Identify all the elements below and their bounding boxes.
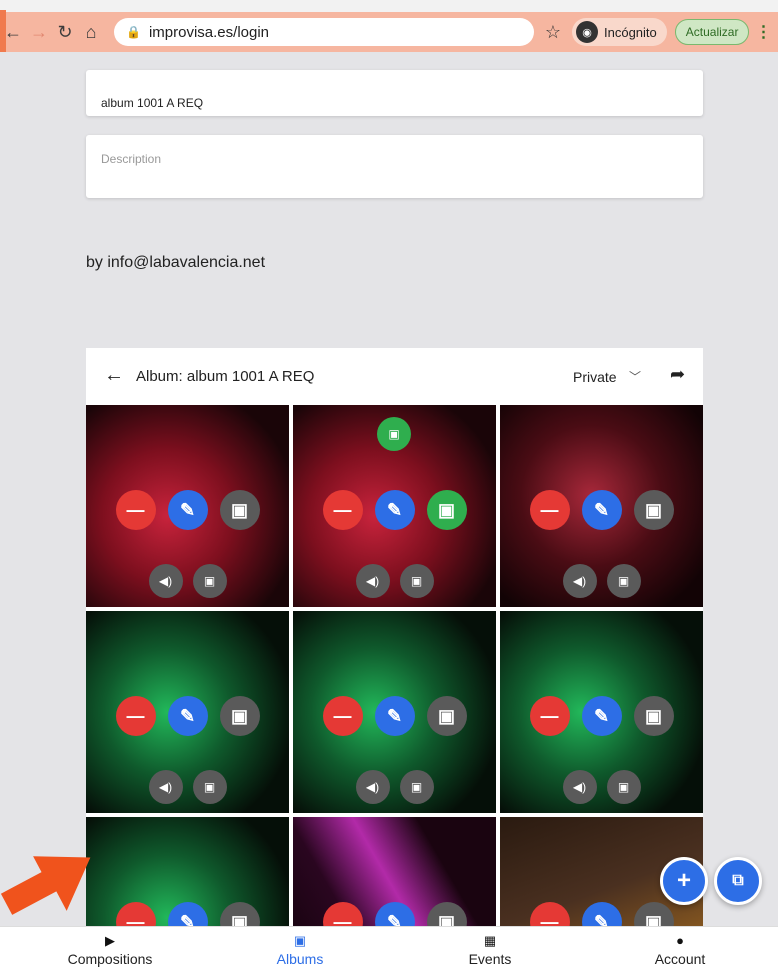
- set-cover-button[interactable]: ▣: [219, 490, 260, 530]
- photo-tile[interactable]: —✎▣◀)▣: [86, 817, 289, 938]
- set-cover-button[interactable]: ▣: [426, 490, 467, 530]
- bottom-navigation: ▶ Compositions ▣ Albums ▦ Events ● Accou…: [0, 926, 778, 976]
- image-icon[interactable]: ▣: [399, 564, 434, 598]
- copy-button[interactable]: ⧉: [714, 857, 762, 905]
- address-bar[interactable]: 🔒 improvisa.es/login: [114, 18, 534, 46]
- image-icon[interactable]: ▣: [192, 770, 227, 804]
- window-edge: [0, 10, 6, 52]
- nav-events-label: Events: [468, 951, 512, 967]
- share-icon[interactable]: ➦: [670, 364, 685, 385]
- photo-tile[interactable]: —✎▣◀)▣: [293, 817, 496, 938]
- audio-icon[interactable]: ◀): [355, 770, 390, 804]
- remove-photo-button[interactable]: —: [322, 490, 363, 530]
- incognito-label: Incógnito: [604, 24, 657, 40]
- photo-tile[interactable]: — ✎ ▣ ◀) ▣: [86, 405, 289, 607]
- audio-icon[interactable]: ◀): [355, 564, 390, 598]
- audio-icon[interactable]: ◀): [148, 770, 183, 804]
- photo-tile[interactable]: — ✎ ▣ ◀) ▣: [293, 611, 496, 813]
- audio-icon[interactable]: ◀): [562, 770, 597, 804]
- remove-photo-button[interactable]: —: [322, 696, 363, 736]
- edit-photo-button[interactable]: ✎: [167, 696, 208, 736]
- photo-tile[interactable]: — ✎ ▣ ◀) ▣: [500, 611, 703, 813]
- cover-image-icon: ▣: [377, 417, 411, 451]
- back-arrow-icon[interactable]: ←: [104, 364, 124, 387]
- nav-compositions[interactable]: ▶ Compositions: [50, 933, 170, 967]
- nav-compositions-label: Compositions: [67, 951, 153, 967]
- set-cover-button[interactable]: ▣: [219, 696, 260, 736]
- browser-toolbar: ← → ↻ ⌂ 🔒 improvisa.es/login ☆ ◉ Incógni…: [0, 12, 778, 52]
- owner-line: by info@labavalencia.net: [86, 254, 266, 271]
- edit-photo-button[interactable]: ✎: [167, 490, 208, 530]
- photo-tile[interactable]: — ✎ ▣ ◀) ▣: [86, 611, 289, 813]
- edit-photo-button[interactable]: ✎: [581, 696, 622, 736]
- chevron-down-icon[interactable]: ﹀: [629, 368, 641, 385]
- incognito-badge[interactable]: ◉ Incógnito: [572, 18, 667, 46]
- nav-account-label: Account: [654, 951, 706, 967]
- set-cover-button[interactable]: ▣: [633, 696, 674, 736]
- home-icon[interactable]: ⌂: [78, 22, 104, 43]
- image-icon[interactable]: ▣: [606, 564, 641, 598]
- add-photo-button[interactable]: +: [660, 857, 708, 905]
- image-icon[interactable]: ▣: [399, 770, 434, 804]
- photo-tile[interactable]: ▣ — ✎ ▣ ◀) ▣: [293, 405, 496, 607]
- edit-photo-button[interactable]: ✎: [374, 490, 415, 530]
- privacy-select[interactable]: Private: [573, 369, 617, 385]
- album-description-input[interactable]: [86, 135, 703, 198]
- album-title-input[interactable]: [86, 70, 703, 116]
- edit-photo-button[interactable]: ✎: [374, 696, 415, 736]
- album-card: ← Album: album 1001 A REQ Private ﹀ ➦ — ✎…: [86, 348, 703, 938]
- bookmark-star-icon[interactable]: ☆: [540, 22, 566, 43]
- incognito-icon: ◉: [576, 21, 598, 43]
- forward-icon[interactable]: →: [26, 22, 52, 43]
- audio-icon[interactable]: ◀): [148, 564, 183, 598]
- lock-icon: 🔒: [126, 25, 141, 39]
- photo-tile[interactable]: — ✎ ▣ ◀) ▣: [500, 405, 703, 607]
- remove-photo-button[interactable]: —: [529, 490, 570, 530]
- nav-account[interactable]: ● Account: [620, 933, 740, 967]
- browser-chrome: ← → ↻ ⌂ 🔒 improvisa.es/login ☆ ◉ Incógni…: [0, 0, 778, 52]
- play-icon: ▶: [105, 933, 115, 948]
- calendar-icon: ▦: [483, 933, 497, 948]
- url-text: improvisa.es/login: [148, 23, 270, 41]
- reload-icon[interactable]: ↻: [52, 22, 78, 43]
- remove-photo-button[interactable]: —: [115, 490, 156, 530]
- pointer-arrow-icon: [0, 856, 91, 915]
- audio-icon[interactable]: ◀): [562, 564, 597, 598]
- nav-albums-label: Albums: [276, 951, 324, 967]
- remove-photo-button[interactable]: —: [115, 696, 156, 736]
- album-header: ← Album: album 1001 A REQ Private ﹀ ➦: [86, 348, 703, 405]
- remove-photo-button[interactable]: —: [529, 696, 570, 736]
- edit-photo-button[interactable]: ✎: [581, 490, 622, 530]
- menu-kebab-icon[interactable]: ⋮: [755, 22, 771, 42]
- nav-events[interactable]: ▦ Events: [430, 933, 550, 967]
- image-icon[interactable]: ▣: [606, 770, 641, 804]
- album-title: Album: album 1001 A REQ: [136, 368, 315, 385]
- account-icon: ●: [676, 933, 684, 948]
- update-button[interactable]: Actualizar: [674, 19, 750, 45]
- image-icon[interactable]: ▣: [192, 564, 227, 598]
- set-cover-button[interactable]: ▣: [426, 696, 467, 736]
- albums-icon: ▣: [293, 933, 307, 948]
- nav-albums[interactable]: ▣ Albums: [240, 933, 360, 967]
- set-cover-button[interactable]: ▣: [633, 490, 674, 530]
